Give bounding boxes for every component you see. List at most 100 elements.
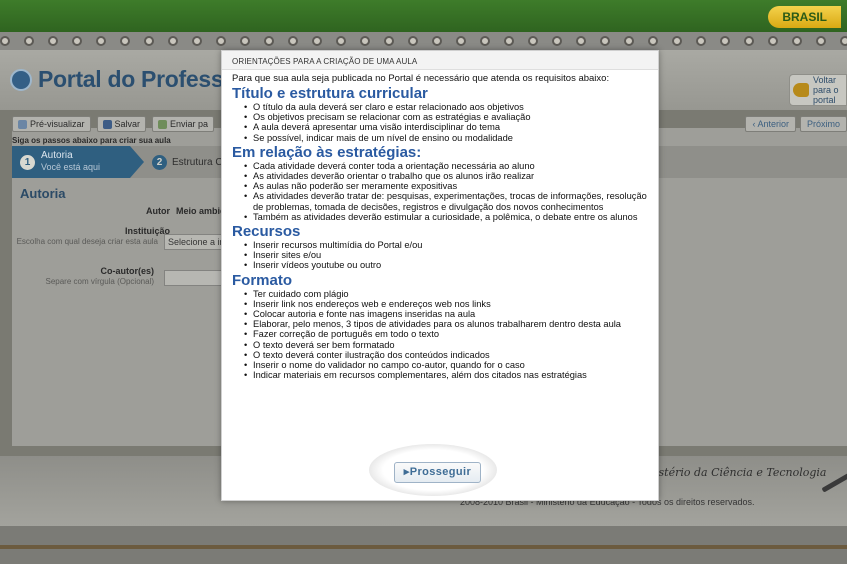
footer-stripe — [0, 545, 847, 549]
portal-logo-icon — [10, 68, 32, 91]
binding-ring — [168, 36, 178, 46]
guideline-item: As atividades deverão tratar de: pesquis… — [244, 191, 652, 211]
guideline-item: As aulas não poderão ser meramente expos… — [244, 181, 652, 191]
previous-button[interactable]: ‹ Anterior — [745, 116, 796, 132]
binding-ring — [216, 36, 226, 46]
guideline-item: A aula deverá apresentar uma visão inter… — [244, 122, 652, 132]
guideline-item: O texto deverá conter ilustração dos con… — [244, 350, 652, 360]
save-label: Salvar — [114, 119, 141, 129]
guideline-item: As atividades deverão orientar o trabalh… — [244, 171, 652, 181]
binding-ring — [144, 36, 154, 46]
send-button[interactable]: Enviar pa — [152, 116, 215, 132]
binding-ring — [360, 36, 370, 46]
guideline-section-heading: Título e estrutura curricular — [232, 85, 428, 102]
guideline-item: Inserir sites e/ou — [244, 250, 652, 260]
coauthor-hint: Separe com vírgula (Opcional) — [45, 277, 155, 286]
send-icon — [158, 119, 168, 129]
binding-ring — [24, 36, 34, 46]
guideline-section-heading: Recursos — [232, 223, 301, 241]
steps-hint: Siga os passos abaixo para criar sua aul… — [12, 136, 171, 145]
binding-ring — [456, 36, 466, 46]
guideline-item: Cada atividade deverá conter toda a orie… — [244, 161, 652, 171]
continue-button[interactable]: ▸Prosseguir — [394, 462, 481, 483]
step-label: Autoria — [41, 150, 73, 161]
step-sublabel: Você está aqui — [41, 162, 101, 172]
binding-ring — [504, 36, 514, 46]
binding-ring — [120, 36, 130, 46]
save-button[interactable]: Salvar — [96, 116, 147, 132]
institution-select[interactable]: Selecione a in — [164, 234, 226, 250]
guideline-section-heading: Em relação às estratégias: — [232, 143, 422, 161]
dialog-content: Para que sua aula seja publicada no Port… — [232, 73, 652, 381]
binding-ring — [624, 36, 634, 46]
top-bar: BRASIL — [0, 0, 847, 32]
guideline-section-heading: Formato — [232, 271, 292, 289]
preview-icon — [18, 119, 27, 129]
institution-label: Instituição — [124, 226, 170, 236]
binding-ring — [192, 36, 202, 46]
save-icon — [102, 119, 112, 129]
step-number: 2 — [152, 155, 167, 170]
guideline-list: O título da aula deverá ser claro e esta… — [232, 102, 652, 143]
binding-ring — [840, 36, 847, 46]
preview-button[interactable]: Pré-visualizar — [12, 116, 91, 132]
binding-ring — [696, 36, 706, 46]
binding-ring — [408, 36, 418, 46]
guideline-item: Ter cuidado com plágio — [244, 289, 652, 299]
guideline-item: Fazer correção de português em todo o te… — [244, 329, 652, 339]
binding-ring — [264, 36, 274, 46]
guideline-item: Inserir recursos multimídia do Portal e/… — [244, 240, 652, 250]
binding-ring — [480, 36, 490, 46]
back-to-portal-label: Voltar para o portal — [813, 75, 839, 105]
guideline-item: Indicar materiais em recursos complement… — [244, 370, 652, 380]
binding-ring — [96, 36, 106, 46]
section-title: Autoria — [20, 186, 66, 201]
lesson-guidelines-dialog: ORIENTAÇÕES PARA A CRIAÇÃO DE UMA AULA P… — [221, 50, 659, 501]
binding-ring — [528, 36, 538, 46]
send-label: Enviar pa — [170, 119, 209, 129]
guideline-item: O texto deverá ser bem formatado — [244, 340, 652, 350]
binding-ring — [768, 36, 778, 46]
dialog-title: ORIENTAÇÕES PARA A CRIAÇÃO DE UMA AULA — [222, 51, 658, 70]
author-label: Autor — [146, 206, 170, 216]
guideline-item: Inserir o nome do validador no campo co-… — [244, 360, 652, 370]
binding-ring — [48, 36, 58, 46]
portal-logo[interactable]: Portal do Professor — [10, 66, 246, 93]
step-navigation: ‹ Anterior Próximo — [745, 116, 847, 132]
binding-ring — [744, 36, 754, 46]
step-number: 1 — [20, 155, 35, 170]
portal-title: Portal do Professor — [38, 66, 246, 92]
preview-label: Pré-visualizar — [30, 119, 85, 129]
guideline-list: Inserir recursos multimídia do Portal e/… — [232, 240, 652, 271]
binding-ring — [672, 36, 682, 46]
footer-ministry: istério da Ciência e Tecnologia — [655, 466, 827, 479]
guideline-item: Se possível, indicar mais de um nível de… — [244, 133, 652, 143]
editor-toolbar: Pré-visualizar Salvar Enviar pa — [12, 116, 215, 132]
binding-ring — [0, 36, 10, 46]
brasil-badge[interactable]: BRASIL — [768, 6, 841, 28]
guideline-item: Colocar autoria e fonte nas imagens inse… — [244, 309, 652, 319]
coauthor-input[interactable] — [164, 270, 226, 286]
guideline-list: Cada atividade deverá conter toda a orie… — [232, 161, 652, 222]
dialog-intro: Para que sua aula seja publicada no Port… — [232, 73, 610, 84]
binding-ring — [384, 36, 394, 46]
institution-hint: Escolha com qual deseja criar esta aula — [16, 237, 158, 246]
coauthor-label: Co-autor(es) — [100, 266, 155, 276]
back-to-portal-button[interactable]: Voltar para o portal — [789, 74, 847, 106]
guideline-item: Inserir vídeos youtube ou outro — [244, 260, 652, 270]
step-autoria[interactable]: 1 Autoria Você está aqui — [12, 146, 144, 178]
binding-ring — [576, 36, 586, 46]
guideline-list: Ter cuidado com plágioInserir link nos e… — [232, 289, 652, 381]
next-button[interactable]: Próximo — [799, 116, 847, 132]
guideline-item: Elaborar, pelo menos, 3 tipos de ativida… — [244, 319, 652, 329]
binding-ring — [648, 36, 658, 46]
binding-ring — [792, 36, 802, 46]
guideline-sections: Título e estrutura curricularO título da… — [232, 85, 652, 381]
guideline-item: Inserir link nos endereços web e endereç… — [244, 299, 652, 309]
guideline-item: Os objetivos precisam se relacionar com … — [244, 112, 652, 122]
binding-ring — [552, 36, 562, 46]
binding-ring — [720, 36, 730, 46]
binding-ring — [336, 36, 346, 46]
binding-ring — [72, 36, 82, 46]
binding-ring — [312, 36, 322, 46]
